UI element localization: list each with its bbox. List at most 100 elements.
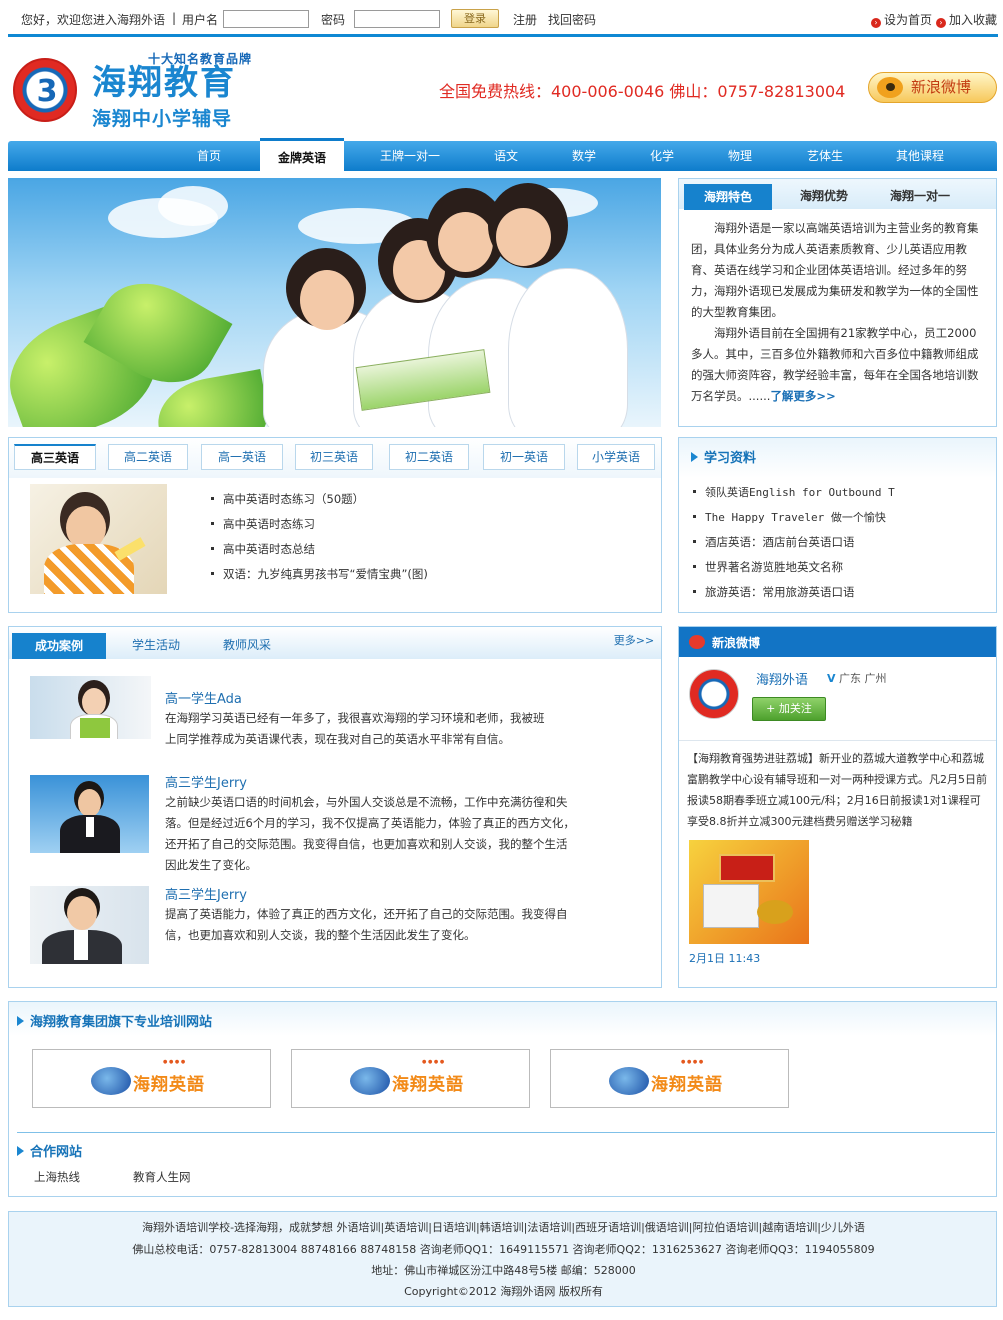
tab-grade-senior2[interactable]: 高二英语 [108,444,188,470]
grade-tabs: 高三英语 高二英语 高一英语 初三英语 初二英语 初一英语 小学英语 [9,438,661,478]
nav-item-arts[interactable]: 艺体生 [792,141,858,171]
tab-success-cases[interactable]: 成功案例 [12,633,106,659]
triangle-icon [17,1146,24,1156]
weibo-post-time[interactable]: 2月1日 11:43 [689,950,760,966]
case-body: 提高了英语能力，体验了真正的西方文化，还开拓了自己的交际范围。我变得自信，也更加… [165,907,568,942]
username-input[interactable] [223,10,309,28]
brand-subtitle: 海翔中小学辅导 [92,108,233,130]
top-divider [8,34,998,37]
case-title[interactable]: 高三学生Jerry [165,772,247,791]
nav-item-one-on-one[interactable]: 王牌一对一 [366,141,454,171]
weibo-post-image[interactable] [689,840,809,944]
case-title[interactable]: 高一学生Ada [165,688,242,707]
nav-item-chinese[interactable]: 语文 [476,141,536,171]
learn-more-link[interactable]: 了解更多>> [770,389,835,403]
list-item[interactable]: 酒店英语：酒店前台英语口语 [693,534,855,550]
hero-banner[interactable] [8,178,661,427]
site-logo-box[interactable]: ● ● ● ● 海翔英語 [291,1049,530,1108]
password-input[interactable] [354,10,440,28]
feature-paragraph: 海翔外语目前在全国拥有21家教学中心，员工2000多人。其中，三百多位外籍教师和… [691,323,987,407]
weibo-post: 【海翔教育强势进驻荔城】新开业的荔城大道教学中心和荔城富鹏教学中心设有辅导班和一… [687,752,987,828]
nav-item-home[interactable]: 首页 [176,141,242,171]
cases-panel: 成功案例 学生活动 教师风采 更多>> 高一学生Ada 在海翔学习英语已经有一年… [8,626,662,988]
globe-icon [350,1067,390,1095]
site-logo-box[interactable]: ● ● ● ● 海翔英語 [32,1049,271,1108]
tab-teacher-profiles[interactable]: 教师风采 [205,633,289,659]
nav-item-chemistry[interactable]: 化学 [632,141,692,171]
list-item[interactable]: 领队英语English for Outbound T [693,484,895,500]
add-favorite-link[interactable]: › 加入收藏 [936,11,997,28]
partner-link[interactable]: 上海热线 [34,1169,80,1185]
site-logo-tag: ● ● ● ● [422,1059,445,1065]
login-button[interactable]: 登录 [451,9,499,28]
footer-copyright: Copyright©2012 海翔外语网 版权所有 [404,1285,603,1298]
tab-grade-senior1[interactable]: 高一英语 [201,444,283,470]
nav-item-physics[interactable]: 物理 [710,141,770,171]
weibo-panel: 新浪微博 海翔外语 V 广东 广州 + 加关注 【海翔教育强势进驻荔城】新开业的… [678,626,997,988]
case-body: 在海翔学习英语已经有一年多了，我很喜欢海翔的学习环境和老师，我被班上同学推荐成为… [165,711,545,746]
site-logo-text: 海翔英語 [392,1075,464,1095]
footer: 海翔外语培训学校-选择海翔，成就梦想 外语培训|英语培训|日语培训|韩语培训|法… [8,1211,997,1307]
tab-advantages[interactable]: 海翔优势 [779,184,869,210]
student-photo [30,775,149,853]
forgot-password-link[interactable]: 找回密码 [548,11,596,28]
tab-grade-junior3[interactable]: 初三英语 [295,444,373,470]
site-logo-box[interactable]: ● ● ● ● 海翔英語 [550,1049,789,1108]
tab-grade-junior1[interactable]: 初一英语 [483,444,565,470]
list-item[interactable]: 双语：九岁纯真男孩书写“爱情宝典”(图) [211,566,428,582]
list-item[interactable]: 高中英语时态练习 [211,516,315,532]
arrow-right-icon: › [871,18,881,28]
footer-links[interactable]: 海翔外语培训学校-选择海翔，成就梦想 外语培训|英语培训|日语培训|韩语培训|法… [9,1219,998,1235]
feature-tabs: 海翔特色 海翔优势 海翔一对一 [679,179,996,210]
cases-more-link[interactable]: 更多>> [609,629,659,655]
account-location-text: 广东 广州 [839,672,887,685]
nav-item-gold-english[interactable]: 金牌英语 [260,138,344,171]
list-item-text: 高中英语时态总结 [223,542,315,556]
nav-item-other[interactable]: 其他课程 [880,141,960,171]
tab-grade-junior2[interactable]: 初二英语 [389,444,469,470]
tab-one-on-one[interactable]: 海翔一对一 [875,184,965,210]
logo-mark-icon: 3 [36,74,58,109]
list-item[interactable]: The Happy Traveler 做一个愉快 [693,509,886,525]
tab-grade-primary[interactable]: 小学英语 [577,444,655,470]
tab-student-activities[interactable]: 学生活动 [114,633,198,659]
list-item[interactable]: 高中英语时态练习（50题） [211,491,364,507]
list-item[interactable]: 世界著名游览胜地英文名称 [693,559,843,575]
tab-grade-senior3[interactable]: 高三英语 [14,444,96,470]
list-item[interactable]: 高中英语时态总结 [211,541,315,557]
weibo-title: 新浪微博 [712,636,761,650]
site-logo-text: 海翔英語 [133,1075,205,1095]
hotline-text: 全国免费热线：400-006-0046 佛山：0757-82813004 [439,82,846,101]
register-link[interactable]: 注册 [513,11,537,28]
partner-link[interactable]: 教育人生网 [133,1169,191,1185]
materials-title-text: 学习资料 [704,451,757,466]
username-label: 用户名 [182,13,219,27]
grades-panel: 高三英语 高二英语 高一英语 初三英语 初二英语 初一英语 小学英语 高中英语时… [8,437,662,613]
case-tabs: 成功案例 学生活动 教师风采 更多>> [9,627,661,659]
partners-title-text: 合作网站 [30,1145,83,1160]
account-avatar[interactable] [689,669,739,719]
nav-item-math[interactable]: 数学 [554,141,614,171]
top-bar: 您好，欢迎您进入海翔外语 | 用户名 密码 登录 注册 找回密码 › 设为首页 ›… [0,0,1003,34]
verified-icon: V [827,672,836,685]
weibo-button[interactable]: 新浪微博 [868,72,997,103]
logo-emblem[interactable]: 3 [13,58,77,122]
set-home-link[interactable]: › 设为首页 [871,11,932,28]
case-body: 之前缺少英语口语的时间机会，与外国人交谈总是不流畅，工作中充满彷徨和失落。但是经… [165,795,575,872]
follow-button[interactable]: + 加关注 [752,697,826,721]
account-name[interactable]: 海翔外语 [756,669,808,688]
list-item-text: The Happy Traveler 做一个愉快 [705,511,886,524]
student-photo [30,676,151,739]
site-logo-tag: ● ● ● ● [163,1059,186,1065]
sites-title-text: 海翔教育集团旗下专业培训网站 [30,1015,213,1030]
password-label: 密码 [321,13,346,27]
sites-title: 海翔教育集团旗下专业培训网站 [17,1011,212,1030]
list-item-text: 双语：九岁纯真男孩书写“爱情宝典”(图) [223,567,428,581]
feature-panel: 海翔特色 海翔优势 海翔一对一 海翔外语是一家以高端英语培训为主营业务的教育集团… [678,178,997,427]
brand-name: 海翔教育 [92,63,236,103]
globe-icon [91,1067,131,1095]
list-item[interactable]: 旅游英语：常用旅游英语口语 [693,584,855,600]
tab-features[interactable]: 海翔特色 [684,184,772,210]
case-title[interactable]: 高三学生Jerry [165,884,247,903]
list-item-text: 高中英语时态练习（50题） [223,492,365,506]
